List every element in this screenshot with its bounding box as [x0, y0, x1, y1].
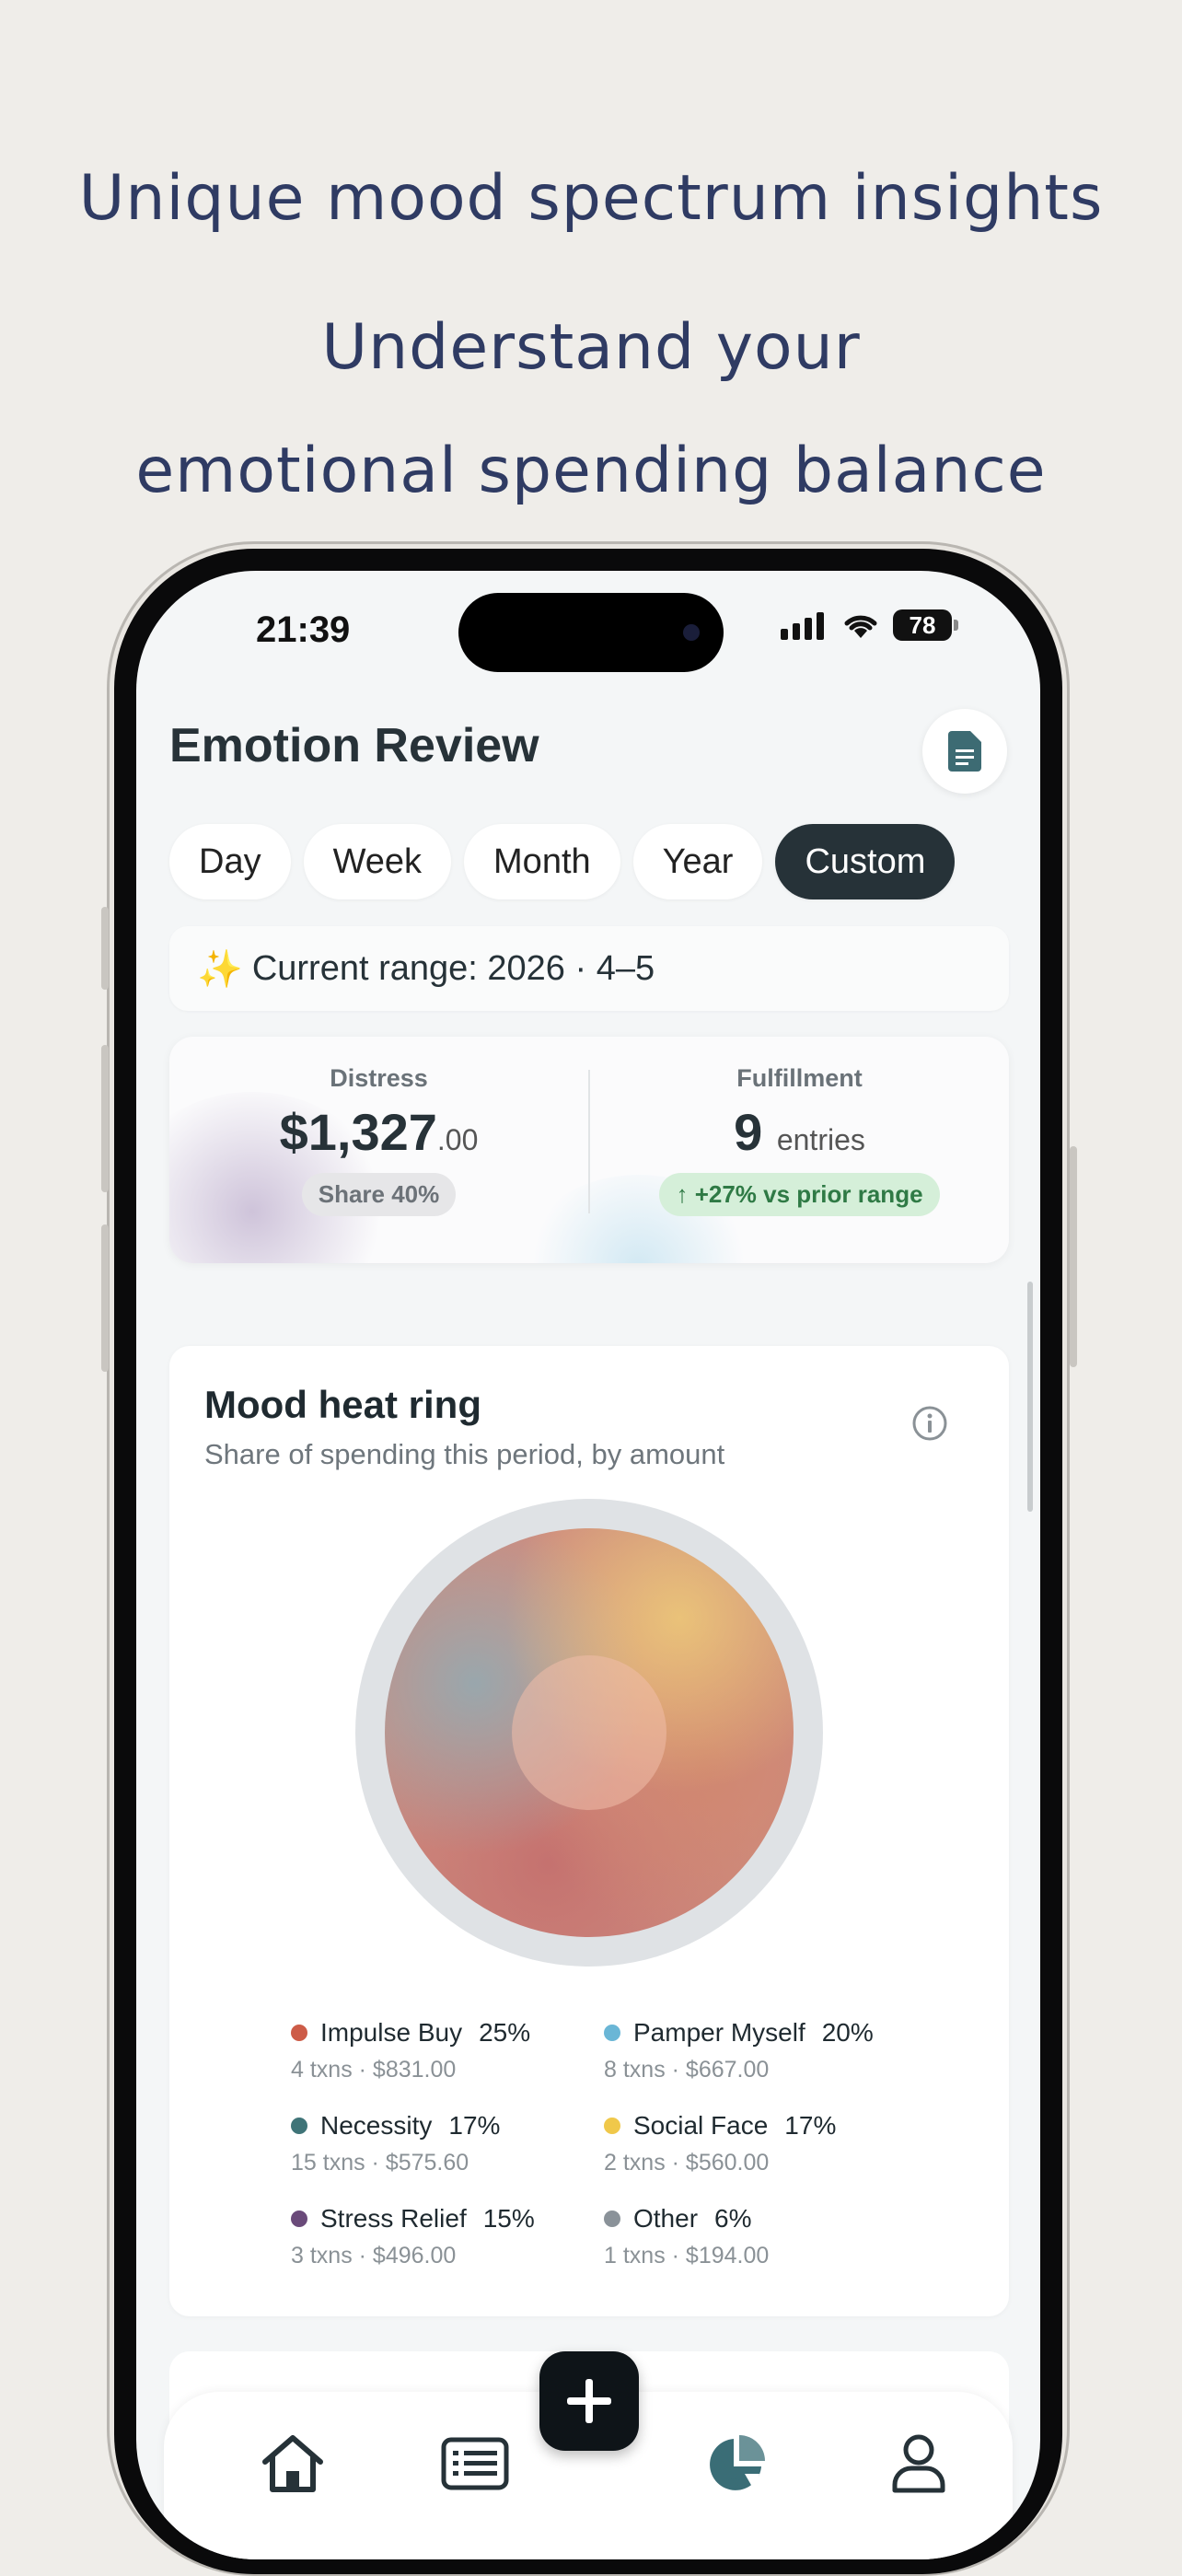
necessity-dot — [291, 2118, 307, 2134]
mood-heat-ring-card: Mood heat ring Share of spending this pe… — [169, 1346, 1009, 2316]
legend-item[interactable]: Other 6% 1 txns · $194.00 — [604, 2204, 917, 2269]
page-title: Emotion Review — [169, 719, 539, 772]
nav-home[interactable] — [256, 2427, 330, 2501]
legend-item[interactable]: Necessity 17% 15 txns · $575.60 — [291, 2111, 604, 2176]
battery-tip — [954, 620, 958, 631]
tab-year[interactable]: Year — [632, 824, 763, 899]
pamper-myself-dot — [604, 2025, 620, 2041]
other-dot — [604, 2210, 620, 2227]
legend-pct: 17% — [784, 2111, 837, 2140]
mood-heat-ring-core — [512, 1655, 666, 1810]
legend-item[interactable]: Social Face 17% 2 txns · $560.00 — [604, 2111, 917, 2176]
card-title: Mood heat ring — [204, 1383, 481, 1426]
legend-name: Impulse Buy — [320, 2018, 463, 2047]
distress-value: $1,327 — [279, 1103, 437, 1161]
current-range[interactable]: ✨ Current range: 2026 · 4–5 — [169, 926, 1009, 1011]
legend-item[interactable]: Impulse Buy 25% 4 txns · $831.00 — [291, 2018, 604, 2083]
fulfillment-column: Fulfillment 9 entries ↑ +27% vs prior ra… — [590, 1064, 1009, 1216]
phone-volume-up — [101, 1045, 109, 1192]
legend-name: Necessity — [320, 2111, 433, 2140]
current-range-text: Current range: 2026 · 4–5 — [251, 948, 655, 988]
distress-cents: .00 — [436, 1123, 479, 1156]
distress-label: Distress — [330, 1064, 428, 1092]
tab-week[interactable]: Week — [303, 824, 452, 899]
nav-insights[interactable] — [700, 2427, 773, 2501]
legend-name: Social Face — [633, 2111, 769, 2140]
home-icon — [262, 2435, 323, 2492]
fulfillment-label: Fulfillment — [736, 1064, 863, 1092]
promo-subline-1: Understand your — [321, 311, 861, 384]
list-icon — [441, 2437, 509, 2490]
camera-icon — [683, 624, 700, 641]
signal-icon — [781, 612, 824, 640]
profile-icon — [892, 2434, 945, 2493]
legend-pct: 15% — [482, 2204, 535, 2233]
legend-pct: 25% — [479, 2018, 531, 2047]
dynamic-island — [458, 593, 724, 672]
scrollbar[interactable] — [1027, 1282, 1033, 1512]
period-tabs: Day Week Month Year Custom — [169, 824, 956, 899]
card-subtitle: Share of spending this period, by amount — [204, 1438, 725, 1470]
phone-power-button — [1070, 1146, 1077, 1367]
export-report-button[interactable] — [922, 709, 1007, 794]
promo-headline: Unique mood spectrum insights — [78, 162, 1104, 235]
legend-meta: 4 txns · $831.00 — [291, 2057, 457, 2083]
info-icon[interactable] — [911, 1405, 948, 1442]
legend-name: Other — [633, 2204, 699, 2233]
phone-volume-down — [101, 1224, 109, 1372]
promo-subline-2: emotional spending balance — [135, 435, 1047, 507]
tab-month[interactable]: Month — [464, 824, 620, 899]
status-time: 21:39 — [256, 609, 351, 650]
legend-meta: 2 txns · $560.00 — [604, 2150, 770, 2176]
fulfillment-value: 9 — [734, 1103, 763, 1161]
add-entry-button[interactable] — [539, 2351, 639, 2451]
legend-pct: 17% — [448, 2111, 501, 2140]
social-face-dot — [604, 2118, 620, 2134]
fulfillment-unit: entries — [776, 1123, 865, 1156]
tab-day[interactable]: Day — [169, 824, 291, 899]
legend-meta: 15 txns · $575.60 — [291, 2150, 469, 2176]
mood-heat-ring[interactable] — [355, 1499, 823, 1967]
tab-custom[interactable]: Custom — [775, 824, 956, 899]
legend-name: Stress Relief — [320, 2204, 467, 2233]
legend-pct: 20% — [821, 2018, 874, 2047]
legend-meta: 8 txns · $667.00 — [604, 2057, 770, 2083]
legend-name: Pamper Myself — [633, 2018, 805, 2047]
phone-side-button — [101, 907, 109, 990]
nav-active-indicator — [729, 2478, 738, 2488]
distress-amount: $1,327.00 — [169, 1102, 588, 1162]
legend-item[interactable]: Stress Relief 15% 3 txns · $496.00 — [291, 2204, 604, 2269]
add-icon — [567, 2379, 611, 2423]
mood-heat-ring-gradient — [385, 1528, 794, 1937]
nav-profile[interactable] — [882, 2427, 956, 2501]
legend-pct: 6% — [714, 2204, 752, 2233]
legend-meta: 1 txns · $194.00 — [604, 2243, 770, 2269]
legend-item[interactable]: Pamper Myself 20% 8 txns · $667.00 — [604, 2018, 917, 2083]
stress-relief-dot — [291, 2210, 307, 2227]
document-icon — [948, 731, 981, 772]
legend-meta: 3 txns · $496.00 — [291, 2243, 457, 2269]
impulse-buy-dot — [291, 2025, 307, 2041]
distress-column: Distress $1,327.00 Share 40% — [169, 1064, 588, 1216]
wifi-icon — [844, 615, 877, 638]
app-screen: 21:39 78 Emotion Review Day Week Month Y… — [136, 571, 1040, 2559]
nav-transactions[interactable] — [438, 2427, 512, 2501]
sparkles-icon: ✨ — [197, 948, 243, 990]
status-icons: 78 — [781, 609, 958, 641]
fulfillment-count: 9 entries — [590, 1102, 1009, 1162]
status-bar: 21:39 78 — [136, 571, 1040, 672]
battery-icon: 78 — [893, 609, 952, 641]
distress-share-badge: Share 40% — [301, 1173, 457, 1216]
fulfillment-change-badge: ↑ +27% vs prior range — [659, 1173, 940, 1216]
summary-card: Distress $1,327.00 Share 40% Fulfillment… — [169, 1037, 1009, 1263]
